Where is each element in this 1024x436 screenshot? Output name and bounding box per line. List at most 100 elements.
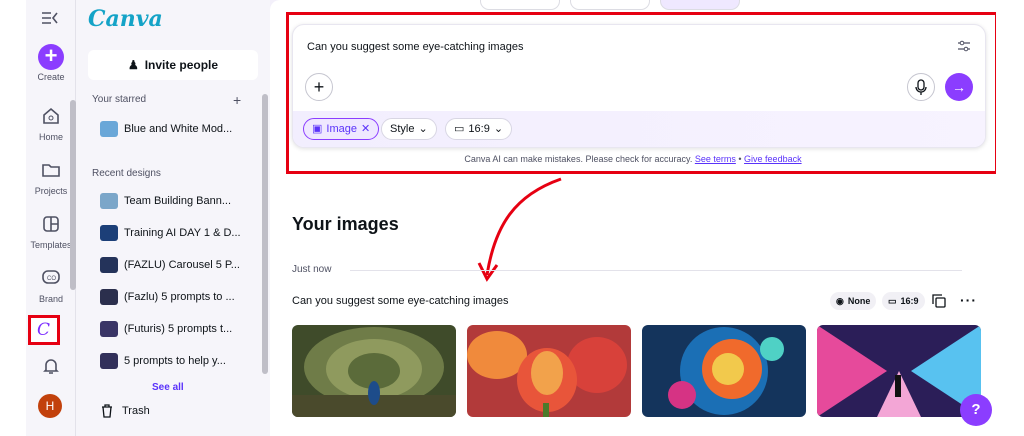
home-icon[interactable] [41, 106, 61, 126]
trash-icon [102, 404, 112, 418]
generated-image-tulips[interactable] [467, 325, 631, 417]
see-all-link[interactable]: See all [152, 382, 184, 393]
design-thumbnail [100, 193, 118, 209]
divider [350, 270, 962, 271]
canva-ai-icon: C [37, 320, 51, 340]
generated-image-explosion[interactable] [642, 325, 806, 417]
canva-logo[interactable]: Canva [88, 6, 163, 32]
image-chip-label: Image [326, 123, 357, 135]
trash-item[interactable]: Trash [100, 404, 150, 418]
ratio-badge-label: 16:9 [900, 296, 919, 306]
top-tab-active[interactable] [660, 0, 740, 10]
recent-item[interactable]: Training AI DAY 1 & D... [100, 222, 260, 244]
remove-chip-icon[interactable]: ✕ [361, 119, 370, 139]
canva-ai-button[interactable]: C [28, 315, 60, 345]
microphone-button[interactable] [907, 73, 935, 101]
style-dropdown[interactable]: Style ⌄ [381, 118, 437, 140]
time-label: Just now [292, 264, 332, 275]
ratio-badge: ▭ 16:9 [882, 292, 925, 310]
brand-icon[interactable]: CO [41, 266, 61, 286]
recent-item[interactable]: (Futuris) 5 prompts t... [100, 318, 260, 340]
add-attachment-button[interactable]: + [305, 73, 333, 101]
invite-label: Invite people [144, 58, 219, 72]
design-thumbnail [100, 121, 118, 137]
prompt-input[interactable]: Can you suggest some eye-catching images [307, 41, 523, 53]
options-bar: ▣ Image ✕ Style ⌄ ▭ 16:9 ⌄ [293, 111, 985, 147]
design-name: Training AI DAY 1 & D... [124, 227, 241, 239]
send-button[interactable]: → [945, 73, 973, 101]
create-label: Create [37, 72, 65, 82]
image-icon: ▣ [312, 123, 323, 135]
disclaimer-text: Canva AI can make mistakes. Please check… [464, 154, 693, 164]
top-tabs [480, 0, 740, 10]
microphone-icon [915, 79, 927, 95]
templates-icon[interactable] [41, 214, 61, 234]
design-thumbnail [100, 225, 118, 241]
recent-title: Recent designs [92, 168, 161, 179]
result-prompt-text: Can you suggest some eye-catching images [292, 295, 509, 307]
design-name: (Futuris) 5 prompts t... [124, 323, 233, 335]
generated-image-neon-street[interactable] [817, 325, 981, 417]
color-explosion-image [642, 325, 806, 417]
style-label: Style [390, 123, 415, 135]
main-content: Can you suggest some eye-catching images… [270, 0, 996, 436]
sliders-icon[interactable] [957, 39, 971, 53]
user-avatar[interactable]: H [38, 394, 62, 418]
palette-icon: ◉ [836, 296, 844, 306]
panel-scrollbar[interactable] [262, 94, 268, 374]
recent-item[interactable]: Team Building Bann... [100, 190, 260, 212]
recent-item[interactable]: (FAZLU) Carousel 5 P... [100, 254, 260, 276]
image-chip[interactable]: ▣ Image ✕ [303, 118, 380, 140]
disclaimer: Canva AI can make mistakes. Please check… [270, 154, 996, 164]
trash-label: Trash [122, 405, 150, 417]
design-thumbnail [100, 289, 118, 305]
design-thumbnail [100, 353, 118, 369]
annotation-arrow-icon [477, 177, 562, 282]
help-button[interactable]: ? [960, 394, 992, 426]
copy-icon[interactable] [932, 294, 946, 308]
page-edge [998, 0, 1024, 436]
generated-image-peacock[interactable] [292, 325, 456, 417]
give-feedback-link[interactable]: Give feedback [744, 154, 802, 164]
design-name: 5 prompts to help y... [124, 355, 226, 367]
invite-people-button[interactable]: ♟ Invite people [88, 50, 258, 80]
prompt-card: Can you suggest some eye-catching images… [292, 24, 986, 148]
peacock-image [292, 325, 456, 417]
neon-street-image [817, 325, 981, 417]
create-button[interactable]: + [38, 44, 64, 70]
design-name: Team Building Bann... [124, 195, 232, 207]
recent-item[interactable]: 5 prompts to help y... [100, 350, 260, 372]
see-terms-link[interactable]: See terms [695, 154, 736, 164]
side-panel: Canva ♟ Invite people Your starred + Blue… [76, 0, 270, 436]
aspect-ratio-icon: ▭ [454, 123, 465, 135]
canva-window: + Create Home Projects Templates CO Bran… [26, 0, 996, 436]
ratio-dropdown[interactable]: ▭ 16:9 ⌄ [445, 118, 513, 140]
bell-icon[interactable] [41, 356, 61, 376]
starred-title: Your starred [92, 94, 147, 105]
ratio-label: 16:9 [468, 123, 490, 135]
folder-icon[interactable] [41, 160, 61, 180]
starred-item[interactable]: Blue and White Mod... [100, 118, 260, 140]
rail-projects-label[interactable]: Projects [26, 186, 76, 196]
chevron-down-icon: ⌄ [493, 123, 504, 135]
design-name: Blue and White Mod... [124, 123, 233, 135]
left-rail: + Create Home Projects Templates CO Bran… [26, 0, 76, 436]
svg-text:CO: CO [47, 276, 56, 282]
collapse-panel-icon[interactable] [40, 10, 60, 26]
design-thumbnail [100, 321, 118, 337]
style-badge-label: None [847, 296, 871, 306]
chevron-down-icon: ⌄ [418, 123, 428, 135]
add-starred-icon[interactable]: + [233, 92, 241, 108]
rail-templates-label[interactable]: Templates [26, 240, 76, 250]
separator-dot: • [738, 154, 742, 164]
recent-item[interactable]: (Fazlu) 5 prompts to ... [100, 286, 260, 308]
more-options-icon[interactable]: ··· [960, 292, 977, 308]
rail-home-label[interactable]: Home [26, 132, 76, 142]
tulips-image [467, 325, 631, 417]
style-none-badge: ◉ None [830, 292, 877, 310]
design-name: (Fazlu) 5 prompts to ... [124, 291, 235, 303]
top-tab[interactable] [570, 0, 650, 10]
top-tab[interactable] [480, 0, 560, 10]
rail-brand-label[interactable]: Brand [26, 294, 76, 304]
design-thumbnail [100, 257, 118, 273]
